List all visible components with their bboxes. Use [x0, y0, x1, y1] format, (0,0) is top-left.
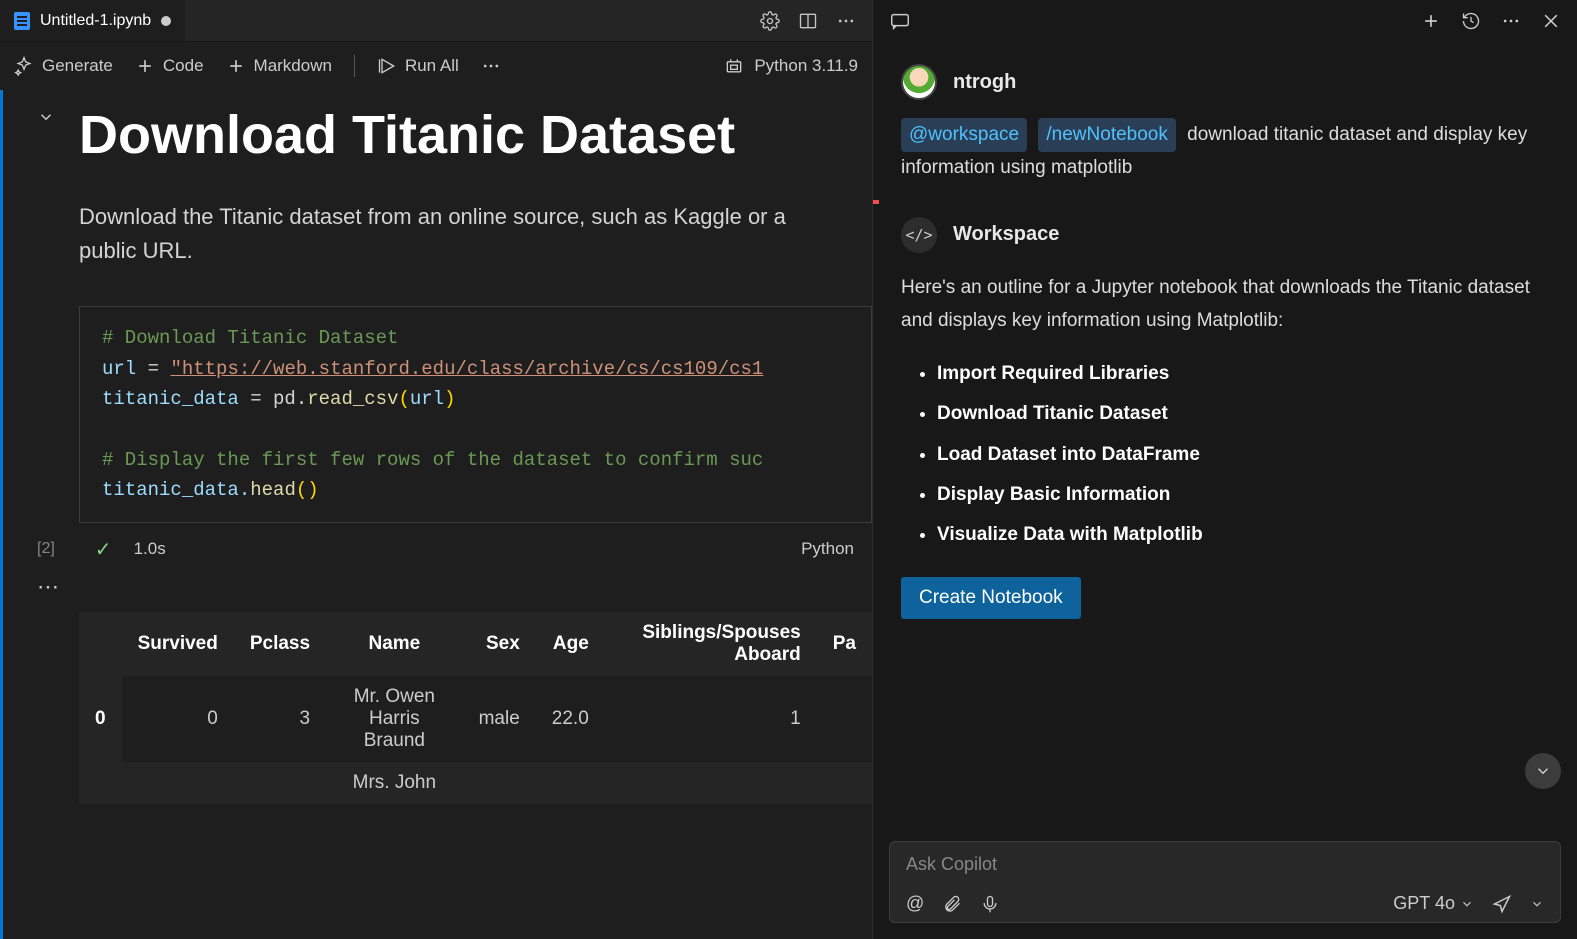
run-all-button[interactable]: Run All	[377, 56, 459, 76]
chat-top-bar	[873, 0, 1577, 42]
model-selector[interactable]: GPT 4o	[1393, 893, 1474, 914]
table-header-row: Survived Pclass Name Sex Age Siblings/Sp…	[79, 612, 872, 676]
activity-indicator	[873, 200, 879, 204]
generate-button[interactable]: Generate	[14, 56, 113, 76]
more-icon[interactable]	[836, 11, 856, 31]
mention-icon[interactable]: @	[906, 893, 924, 914]
success-check-icon: ✓	[95, 537, 112, 562]
markdown-cell[interactable]: Download Titanic Dataset Download the Ti…	[9, 90, 872, 278]
attach-icon[interactable]	[942, 894, 962, 914]
collapse-cell-icon[interactable]	[37, 108, 55, 131]
send-dropdown-icon[interactable]	[1530, 897, 1544, 911]
chat-messages: ntrogh @workspace /newNotebook download …	[873, 42, 1577, 831]
markdown-body: Download the Titanic dataset from an onl…	[79, 200, 839, 268]
avatar	[901, 64, 937, 100]
chat-placeholder: Ask Copilot	[906, 854, 1544, 875]
list-item: Load Dataset into DataFrame	[937, 438, 1549, 471]
list-item: Download Titanic Dataset	[937, 397, 1549, 430]
add-markdown-button[interactable]: Markdown	[226, 56, 332, 76]
chat-icon[interactable]	[889, 10, 911, 32]
cell-language[interactable]: Python	[801, 539, 854, 559]
send-icon[interactable]	[1492, 894, 1512, 914]
code-cell[interactable]: # Download Titanic Dataset url = "https:…	[79, 306, 872, 522]
create-notebook-button[interactable]: Create Notebook	[901, 577, 1081, 619]
execution-status-row: [2] ✓ 1.0s Python	[9, 533, 872, 566]
table-row: 0 0 3 Mr. Owen Harris Braund male 22.0 1	[79, 676, 872, 762]
gear-icon[interactable]	[760, 11, 780, 31]
user-prompt: @workspace /newNotebook download titanic…	[901, 118, 1549, 185]
history-icon[interactable]	[1461, 11, 1481, 31]
tab-actions	[744, 11, 872, 31]
table-row: Mrs. John	[79, 762, 872, 804]
notebook-body: Download Titanic Dataset Download the Ti…	[0, 90, 872, 939]
chat-pane: ntrogh @workspace /newNotebook download …	[872, 0, 1577, 939]
workspace-pill[interactable]: @workspace	[901, 118, 1027, 152]
notebook-toolbar: Generate Code Markdown Run All Python 3.…	[0, 42, 872, 90]
assistant-message: Here's an outline for a Jupyter notebook…	[901, 271, 1549, 620]
close-icon[interactable]	[1541, 11, 1561, 31]
execution-time: 1.0s	[134, 539, 166, 559]
user-header: ntrogh	[901, 64, 1549, 100]
editor-pane: Untitled-1.ipynb Generate Code Ma	[0, 0, 872, 939]
file-tab[interactable]: Untitled-1.ipynb	[0, 0, 185, 41]
command-pill[interactable]: /newNotebook	[1038, 118, 1175, 152]
output-table: Survived Pclass Name Sex Age Siblings/Sp…	[79, 612, 872, 804]
scroll-down-button[interactable]	[1525, 753, 1561, 789]
new-chat-icon[interactable]	[1421, 11, 1441, 31]
list-item: Display Basic Information	[937, 478, 1549, 511]
tab-filename: Untitled-1.ipynb	[40, 12, 151, 30]
assistant-header: </> Workspace	[901, 217, 1549, 253]
mic-icon[interactable]	[980, 894, 1000, 914]
code-content[interactable]: # Download Titanic Dataset url = "https:…	[80, 307, 871, 521]
list-item: Visualize Data with Matplotlib	[937, 518, 1549, 551]
list-item: Import Required Libraries	[937, 357, 1549, 390]
tab-bar: Untitled-1.ipynb	[0, 0, 872, 42]
chat-input[interactable]: Ask Copilot @ GPT 4o	[889, 841, 1561, 923]
kernel-selector[interactable]: Python 3.11.9	[724, 56, 858, 76]
add-code-button[interactable]: Code	[135, 56, 204, 76]
dirty-dot-icon	[161, 16, 171, 26]
markdown-heading: Download Titanic Dataset	[79, 104, 842, 166]
toolbar-more-icon[interactable]	[481, 56, 501, 76]
code-icon: </>	[901, 217, 937, 253]
chat-more-icon[interactable]	[1501, 11, 1521, 31]
execution-count: [2]	[37, 540, 55, 558]
cell-more-icon[interactable]: ⋯	[9, 566, 872, 608]
notebook-icon	[14, 12, 30, 30]
username: ntrogh	[953, 71, 1016, 94]
split-editor-icon[interactable]	[798, 11, 818, 31]
